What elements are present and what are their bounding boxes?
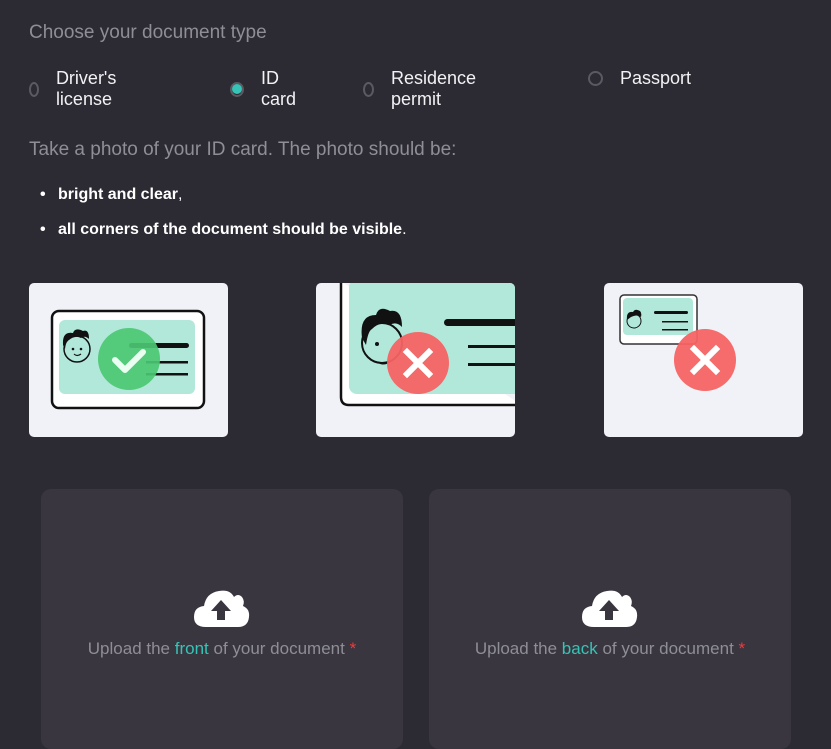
required-asterisk: * (349, 639, 357, 658)
id-card-illustration (619, 294, 736, 391)
requirement-item: • all corners of the document should be v… (40, 219, 407, 254)
id-card-illustration (50, 309, 206, 410)
photo-instructions: Take a photo of your ID card. The photo … (29, 139, 457, 160)
cloud-upload-icon (582, 590, 638, 627)
check-icon (98, 328, 160, 390)
radio-label: Residence permit (391, 68, 477, 109)
upload-side-highlight: front (174, 639, 209, 658)
face-icon (62, 329, 91, 363)
radio-circle-selected[interactable] (230, 81, 244, 97)
requirement-item: • bright and clear, (40, 184, 407, 219)
radio-label: ID card (261, 68, 297, 109)
radio-label: Passport (620, 68, 692, 88)
required-asterisk: * (738, 639, 746, 658)
upload-side-highlight: back (561, 639, 598, 658)
radio-label: Driver's license (55, 68, 117, 109)
radio-residence-permit[interactable]: Residence permit (363, 68, 480, 110)
upload-text-suffix: of your document (208, 639, 345, 658)
photo-requirements-list: • bright and clear, • all corners of the d… (40, 184, 407, 254)
upload-back-label: Upload the back of your document * (429, 639, 791, 659)
requirement-punct: . (402, 221, 407, 238)
upload-back-dropzone[interactable]: Upload the back of your document * (429, 489, 791, 749)
upload-text-prefix: Upload the (87, 639, 175, 658)
upload-front-label: Upload the front of your document * (41, 639, 403, 659)
upload-text-prefix: Upload the (474, 639, 562, 658)
example-cropped-photo (316, 283, 515, 437)
radio-circle[interactable] (29, 81, 39, 97)
requirement-text: all corners of the document should be vi… (58, 221, 403, 238)
upload-front-dropzone[interactable]: Upload the front of your document * (41, 489, 403, 749)
upload-text-suffix: of your document (597, 639, 734, 658)
document-type-title: Choose your document type (29, 22, 267, 43)
requirement-punct: , (178, 186, 183, 203)
requirement-text: bright and clear (58, 186, 179, 203)
radio-circle[interactable] (588, 71, 603, 86)
example-correct-photo (29, 283, 228, 437)
radio-circle[interactable] (363, 81, 374, 97)
id-card-illustration (339, 283, 515, 407)
radio-selected-dot (232, 84, 242, 94)
radio-drivers-license[interactable]: Driver's license (29, 68, 121, 110)
cloud-upload-icon (194, 590, 250, 627)
radio-passport[interactable]: Passport (588, 68, 691, 89)
example-too-small-photo (604, 283, 803, 437)
radio-id-card[interactable]: ID card (230, 68, 297, 110)
